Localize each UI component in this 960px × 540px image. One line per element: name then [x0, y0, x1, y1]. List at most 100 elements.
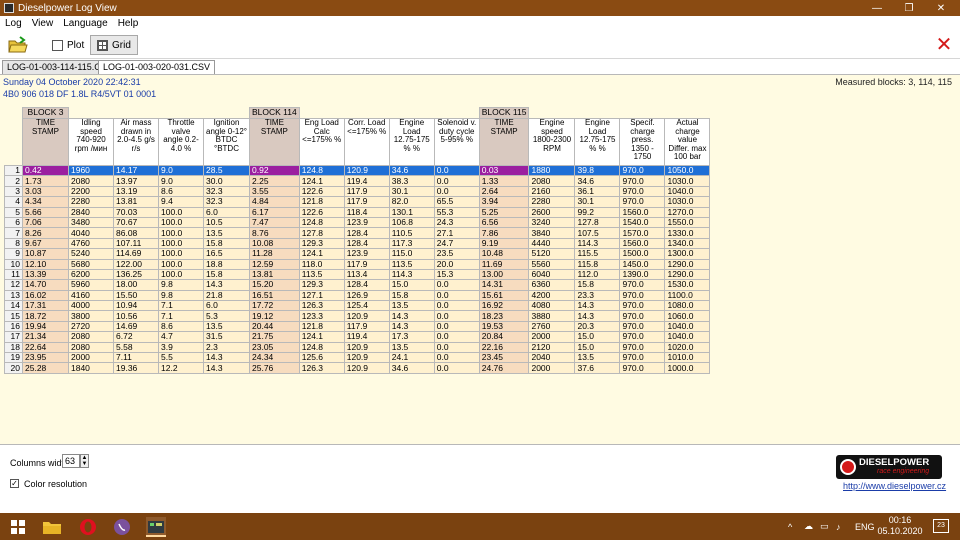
grid-cell[interactable]: 14.3	[203, 279, 250, 291]
grid-cell[interactable]: 2200	[68, 185, 114, 198]
grid-cell[interactable]: 6.72	[113, 331, 159, 343]
grid-cell[interactable]: 3800	[68, 310, 114, 322]
grid-cell[interactable]: 7.1	[158, 300, 204, 312]
grid-cell[interactable]: 39.8	[574, 164, 621, 177]
grid-cell[interactable]: 17.31	[22, 300, 69, 312]
grid-cell[interactable]: 10.56	[113, 310, 159, 322]
table-row[interactable]: 12 14.70 5960 18.00 9.8 14.3 15.20 129.3 128.4 15…	[4, 279, 711, 291]
grid-cell[interactable]: 16.92	[478, 300, 530, 312]
grid-cell[interactable]: 117.9	[343, 185, 390, 198]
grid-cell[interactable]: 118.4	[343, 206, 390, 218]
table-row[interactable]: 6 7.06 3480 70.67 100.0 10.5 7.47 124.8 123.9 106…	[4, 216, 711, 229]
grid-cell[interactable]: 20.0	[433, 258, 480, 270]
grid-cell[interactable]: 129.3	[298, 279, 345, 291]
minimize-button[interactable]: —	[862, 0, 892, 16]
row-number[interactable]: 14	[4, 300, 23, 312]
grid-cell[interactable]: 23.05	[249, 341, 300, 354]
grid-cell[interactable]: 6.17	[249, 206, 300, 218]
grid-cell[interactable]: 112.0	[574, 268, 621, 281]
grid-cell[interactable]: 121.8	[298, 320, 345, 333]
grid-cell[interactable]: 30.0	[203, 175, 250, 187]
grid-cell[interactable]: 9.19	[478, 237, 530, 250]
grid-cell[interactable]: 119.4	[343, 175, 390, 187]
grid-cell[interactable]: 2000	[528, 362, 576, 374]
grid-cell[interactable]: 13.19	[113, 185, 159, 198]
grid-cell[interactable]: 970.0	[619, 341, 666, 354]
grid-cell[interactable]: 2120	[528, 341, 576, 354]
grid-cell[interactable]: 2.64	[478, 185, 530, 198]
table-row[interactable]: 9 10.87 5240 114.69 100.0 16.5 11.28 124.1 123.9…	[4, 248, 711, 260]
grid-cell[interactable]: 16.5	[203, 248, 250, 260]
website-link[interactable]: http://www.dieselpower.cz	[843, 481, 946, 491]
grid-cell[interactable]: 14.69	[113, 320, 159, 333]
table-row[interactable]: 15 18.72 3800 10.56 7.1 5.3 19.12 123.3 120.9 14.…	[4, 310, 711, 322]
grid-cell[interactable]: 4.84	[249, 196, 300, 208]
grid-cell[interactable]: 13.5	[203, 320, 250, 333]
grid-cell[interactable]: 110.5	[388, 227, 435, 239]
grid-cell[interactable]: 113.5	[298, 268, 345, 281]
grid-cell[interactable]: 3.94	[478, 196, 530, 208]
grid-cell[interactable]: 14.3	[203, 352, 250, 364]
grid-cell[interactable]: 0.0	[433, 320, 480, 333]
grid-cell[interactable]: 15.20	[249, 279, 300, 291]
grid-cell[interactable]: 1270.0	[664, 206, 711, 218]
grid-cell[interactable]: 9.4	[158, 196, 204, 208]
grid-cell[interactable]: 124.8	[298, 341, 345, 354]
grid-cell[interactable]: 124.1	[298, 175, 345, 187]
grid-cell[interactable]: 13.5	[388, 300, 435, 312]
grid-cell[interactable]: 3240	[528, 216, 576, 229]
grid-cell[interactable]: 5960	[68, 279, 114, 291]
grid-cell[interactable]: 7.86	[478, 227, 530, 239]
grid-cell[interactable]: 970.0	[619, 352, 666, 364]
grid-cell[interactable]: 1040.0	[664, 331, 711, 343]
grid-cell[interactable]: 0.0	[433, 310, 480, 322]
grid-cell[interactable]: 1560.0	[619, 237, 666, 250]
grid-cell[interactable]: 1840	[68, 362, 114, 374]
grid-cell[interactable]: 2080	[68, 341, 114, 354]
grid-cell[interactable]: 125.4	[343, 300, 390, 312]
grid-cell[interactable]: 23.3	[574, 289, 621, 302]
grid-cell[interactable]: 120.9	[343, 310, 390, 322]
grid-cell[interactable]: 127.1	[298, 289, 345, 302]
grid-cell[interactable]: 1010.0	[664, 352, 711, 364]
grid-cell[interactable]: 117.9	[343, 196, 390, 208]
grid-cell[interactable]: 100.0	[158, 248, 204, 260]
grid-cell[interactable]: 3480	[68, 216, 114, 229]
table-row[interactable]: 18 22.64 2080 5.58 3.9 2.3 23.05 124.8 120.9 13.5…	[4, 341, 711, 354]
grid-cell[interactable]: 100.0	[158, 216, 204, 229]
grid-cell[interactable]: 4080	[528, 300, 576, 312]
grid-cell[interactable]: 25.76	[249, 362, 300, 374]
grid-cell[interactable]: 1450.0	[619, 258, 666, 270]
row-number[interactable]: 6	[4, 216, 23, 229]
grid-cell[interactable]: 1500.0	[619, 248, 666, 260]
grid-cell[interactable]: 2720	[68, 320, 114, 333]
grid-cell[interactable]: 24.1	[388, 352, 435, 364]
grid-cell[interactable]: 1030.0	[664, 196, 711, 208]
grid-cell[interactable]: 2080	[528, 175, 576, 187]
grid-cell[interactable]: 2.3	[203, 341, 250, 354]
grid-cell[interactable]: 13.81	[113, 196, 159, 208]
grid-cell[interactable]: 6200	[68, 268, 114, 281]
table-row[interactable]: 7 8.26 4040 86.08 100.0 13.5 8.76 127.8 128.4 110…	[4, 227, 711, 239]
grid-cell[interactable]: 4000	[68, 300, 114, 312]
grid-cell[interactable]: 10.87	[22, 248, 69, 260]
row-number[interactable]: 7	[4, 227, 23, 239]
row-number[interactable]: 10	[4, 258, 23, 270]
grid-cell[interactable]: 12.59	[249, 258, 300, 270]
grid-cell[interactable]: 4.34	[22, 196, 69, 208]
grid-cell[interactable]: 11.28	[249, 248, 300, 260]
grid-cell[interactable]: 1060.0	[664, 310, 711, 322]
row-number[interactable]: 9	[4, 248, 23, 260]
grid-cell[interactable]: 0.0	[433, 341, 480, 354]
grid-cell[interactable]: 24.34	[249, 352, 300, 364]
grid-cell[interactable]: 0.0	[433, 175, 480, 187]
data-grid[interactable]: BLOCK 3 BLOCK 114 BLOCK 115 TIME STAMP Id…	[4, 107, 711, 374]
grid-cell[interactable]: 65.5	[433, 196, 480, 208]
grid-cell[interactable]: 114.3	[574, 237, 621, 250]
grid-cell[interactable]: 5.3	[203, 310, 250, 322]
grid-cell[interactable]: 6360	[528, 279, 576, 291]
grid-cell[interactable]: 0.0	[433, 289, 480, 302]
grid-cell[interactable]: 14.3	[574, 300, 621, 312]
column-header[interactable]: TIME STAMP	[22, 118, 69, 166]
row-number[interactable]: 17	[4, 331, 23, 343]
